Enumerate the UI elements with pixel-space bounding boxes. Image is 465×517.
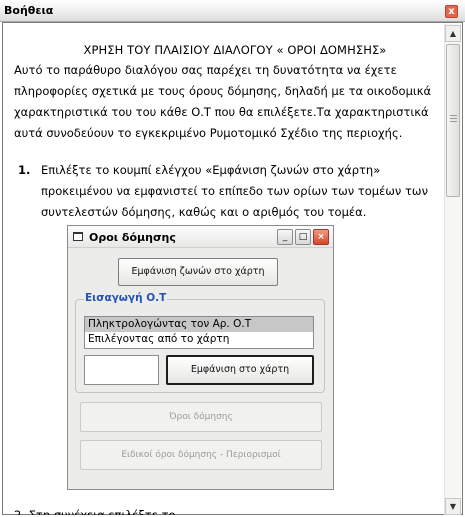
- maximize-icon: □: [295, 229, 311, 245]
- step-line: συντελεστών δόμησης, καθώς και ο αριθμός…: [41, 205, 367, 219]
- scroll-up-button[interactable]: ▲: [445, 25, 461, 42]
- group-label: Εισαγωγή Ο.Τ: [84, 292, 168, 304]
- grip-line: [450, 118, 457, 119]
- close-button[interactable]: x: [445, 5, 458, 18]
- intro-line: χαρακτηριστικά του του κάθε Ο.Τ που θα ε…: [14, 105, 429, 119]
- ot-number-input: [84, 355, 159, 385]
- vertical-scrollbar[interactable]: ▲ ▼: [444, 24, 461, 515]
- special-terms-button: Ειδικοί όροι δόμησης - Περιορισμοί: [80, 440, 322, 470]
- show-on-map-button: Εμφάνιση στο χάρτη: [166, 355, 314, 385]
- grip-line: [450, 115, 457, 116]
- step-number: 1.: [18, 163, 31, 177]
- dialog-screenshot: Οροι δόμησης _ □ × Εμφάνιση ζωνών στο χά…: [67, 225, 334, 490]
- intro-paragraph: Αυτό το παράθυρο διαλόγου σας παρέχει τη…: [14, 60, 434, 144]
- building-terms-button: Όροι δόμησης: [80, 402, 322, 432]
- dialog-title: Οροι δόμησης: [89, 231, 176, 244]
- step-line: προκειμένου να εμφανιστεί το επίπεδο των…: [41, 184, 428, 198]
- intro-line: πληροφορίες σχετικά με τους όρους δόμηση…: [14, 84, 432, 98]
- title-bar: Βοήθεια x: [0, 0, 465, 22]
- list-item: Επιλέγοντας από το χάρτη: [88, 333, 230, 345]
- scroll-down-button[interactable]: ▼: [445, 498, 461, 515]
- show-zones-button: Εμφάνιση ζωνών στο χάρτη: [118, 258, 278, 286]
- step-line: Επιλέξτε το κουμπί ελέγχου «Εμφάνιση ζων…: [41, 163, 381, 177]
- step-text: Επιλέξτε το κουμπί ελέγχου «Εμφάνιση ζων…: [41, 160, 436, 223]
- window-title: Βοήθεια: [4, 4, 54, 17]
- intro-line: αυτά συνοδεύουν το εγκεκριμένο Ρυμοτομικ…: [14, 126, 403, 140]
- intro-line: Αυτό το παράθυρο διαλόγου σας παρέχει τη…: [14, 63, 397, 77]
- input-method-list: Πληκτρολογώντας τον Αρ. Ο.Τ Επιλέγοντας …: [84, 316, 314, 349]
- list-item: Πληκτρολογώντας τον Αρ. Ο.Τ: [85, 317, 313, 332]
- minimize-icon: _: [277, 229, 293, 245]
- scroll-thumb[interactable]: [446, 44, 460, 197]
- help-heading: ΧΡΗΣΗ ΤΟΥ ΠΛΑΙΣΙΟΥ ΔΙΑΛΟΓΟΥ « ΟΡΟΙ ΔΟΜΗΣ…: [83, 43, 387, 57]
- grip-line: [450, 121, 457, 122]
- next-step-partial: 2. Στη συνέχεια επιλέξτε το ...: [14, 508, 191, 515]
- dialog-title-bar: Οροι δόμησης _ □ ×: [68, 226, 333, 248]
- close-icon: ×: [313, 229, 329, 245]
- help-text: ΧΡΗΣΗ ΤΟΥ ΠΛΑΙΣΙΟΥ ΔΙΑΛΟΓΟΥ « ΟΡΟΙ ΔΟΜΗΣ…: [14, 40, 434, 144]
- window-icon: [73, 232, 83, 241]
